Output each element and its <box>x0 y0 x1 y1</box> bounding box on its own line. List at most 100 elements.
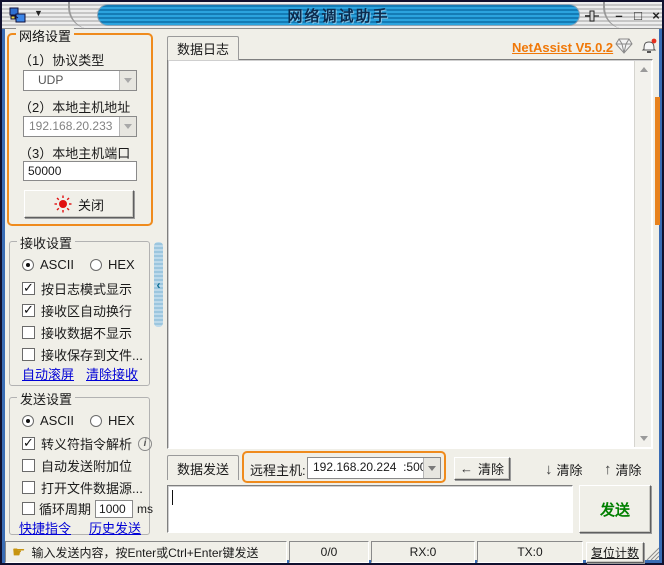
port-label: （3）本地主机端口 <box>19 146 131 161</box>
status-rx-segment: RX:0 <box>371 541 475 563</box>
receive-ascii-label: ASCII <box>40 257 74 272</box>
titlebar-curve-left <box>68 2 94 29</box>
protocol-label: （1）协议类型 <box>19 53 105 68</box>
edge-accent-strip <box>655 97 660 225</box>
tab-data-send[interactable]: 数据发送 <box>167 455 239 480</box>
remote-host-dropdown-arrow[interactable] <box>423 458 440 478</box>
remote-host-select[interactable]: 192.168.20.224 :50000 <box>307 457 441 479</box>
hide-received-label: 接收数据不显示 <box>41 326 133 341</box>
send-button-label: 发送 <box>599 501 630 519</box>
info-icon[interactable]: i <box>138 436 153 451</box>
reset-count-label: 复位计数 <box>590 546 639 560</box>
clear-send-tool[interactable]: ↑ 清除 <box>604 460 642 479</box>
receive-format-radios: ASCII HEX <box>22 257 135 272</box>
send-hex-label: HEX <box>107 413 135 428</box>
status-counter: 0/0 <box>320 545 338 559</box>
notification-bell-icon[interactable] <box>640 37 658 58</box>
protocol-select[interactable]: UDP <box>23 70 137 91</box>
cycle-period-row: 循环周期 1000 ms <box>22 499 153 518</box>
status-counter-segment: 0/0 <box>289 541 369 563</box>
network-settings-title: 网络设置 <box>16 26 75 45</box>
send-format-radios: ASCII HEX <box>22 413 135 428</box>
host-value: 192.168.20.233 <box>29 119 113 133</box>
receive-ascii-radio[interactable] <box>22 258 34 271</box>
port-input[interactable]: 50000 <box>23 161 137 181</box>
cycle-period-label: 循环周期 <box>39 502 92 517</box>
save-to-file-checkbox[interactable] <box>22 348 35 361</box>
close-button[interactable]: × <box>647 6 664 24</box>
maximize-button[interactable]: □ <box>629 6 647 24</box>
panel-collapse-handle[interactable]: ‹ <box>154 242 163 327</box>
log-mode-label: 按日志模式显示 <box>41 282 133 297</box>
send-settings-title: 发送设置 <box>17 389 76 408</box>
resize-grip[interactable] <box>646 547 660 561</box>
text-caret <box>172 490 173 505</box>
file-source-checkbox[interactable] <box>22 481 35 494</box>
status-hint-text: 输入发送内容，按Enter或Ctrl+Enter键发送 <box>31 545 259 560</box>
send-option-row: 自动发送附加位 <box>22 456 132 475</box>
remote-host-label: 远程主机: <box>250 463 306 478</box>
pin-icon[interactable] <box>582 7 602 24</box>
host-label: （2）本地主机地址 <box>19 100 131 115</box>
clear-receive-link[interactable]: 清除接收 <box>86 364 138 383</box>
red-indicator-icon <box>54 195 72 213</box>
status-tx-segment: TX:0 <box>477 541 583 563</box>
status-tx: TX:0 <box>517 545 543 559</box>
receive-option-row: 按日志模式显示 <box>22 279 132 298</box>
auto-scroll-link[interactable]: 自动滚屏 <box>22 364 74 383</box>
status-hint-segment: ☛ 输入发送内容，按Enter或Ctrl+Enter键发送 <box>5 541 287 563</box>
protocol-dropdown-arrow[interactable] <box>119 71 136 90</box>
protocol-value: UDP <box>38 73 64 87</box>
receive-settings-title: 接收设置 <box>17 233 76 252</box>
menu-dropdown-arrow[interactable]: ▼ <box>34 8 43 18</box>
chevron-left-icon: ‹ <box>156 277 161 292</box>
auto-wrap-label: 接收区自动换行 <box>41 304 133 319</box>
send-option-row: 转义符指令解析 i <box>22 434 153 453</box>
send-button[interactable]: 发送 <box>579 485 651 533</box>
auto-append-label: 自动发送附加位 <box>41 459 133 474</box>
escape-parse-checkbox[interactable] <box>22 435 35 451</box>
app-icon[interactable] <box>9 7 26 24</box>
data-log-content[interactable] <box>169 61 634 447</box>
minimize-button[interactable]: – <box>610 6 628 24</box>
reset-count-button[interactable]: 复位计数 <box>586 542 644 563</box>
send-input-value <box>168 484 174 504</box>
log-mode-checkbox[interactable] <box>22 280 35 296</box>
cycle-period-input[interactable]: 1000 <box>95 499 134 518</box>
cycle-period-checkbox[interactable] <box>22 502 35 515</box>
diamond-icon[interactable] <box>615 38 633 57</box>
data-log-area[interactable] <box>167 59 653 449</box>
send-input-area[interactable] <box>167 485 573 533</box>
host-dropdown-arrow[interactable] <box>119 117 136 136</box>
scroll-down-icon[interactable] <box>635 430 652 447</box>
file-source-label: 打开文件数据源... <box>41 481 143 496</box>
send-option-row: 打开文件数据源... <box>22 478 143 497</box>
receive-option-row: 接收保存到文件... <box>22 345 143 364</box>
receive-hex-radio[interactable] <box>89 258 102 271</box>
remote-host-value: 192.168.20.224 :50000 <box>313 460 423 474</box>
app-window: ▼ 网络调试助手 – □ × 网络设置 （1）协议类型 UDP （2）本地主机地… <box>0 0 664 565</box>
version-link[interactable]: NetAssist V5.0.2 <box>512 40 613 55</box>
title-bar[interactable]: ▼ 网络调试助手 – □ × <box>2 2 662 29</box>
scroll-up-icon[interactable] <box>635 61 652 78</box>
auto-append-checkbox[interactable] <box>22 459 35 472</box>
auto-wrap-checkbox[interactable] <box>22 302 35 318</box>
down-arrow-icon: ↓ <box>545 461 553 478</box>
tab-data-log[interactable]: 数据日志 <box>167 36 239 60</box>
connection-close-label: 关闭 <box>77 197 104 213</box>
log-scrollbar[interactable] <box>634 61 651 447</box>
escape-parse-label: 转义符指令解析 <box>41 437 133 452</box>
quick-commands-link[interactable]: 快捷指令 <box>19 518 71 537</box>
send-ascii-radio[interactable] <box>22 414 34 427</box>
hand-pointer-icon: ☛ <box>12 544 26 561</box>
send-hex-radio[interactable] <box>89 414 102 427</box>
host-select[interactable]: 192.168.20.233 <box>23 116 137 137</box>
hide-received-checkbox[interactable] <box>22 326 35 339</box>
connection-close-button[interactable]: 关闭 <box>24 190 134 218</box>
clear-send-button[interactable]: ← 清除 <box>454 457 510 480</box>
clear-send-label: 清除 <box>477 462 504 477</box>
send-history-link[interactable]: 历史发送 <box>89 518 141 537</box>
save-to-file-label: 接收保存到文件... <box>41 348 143 363</box>
clear-receive-tool[interactable]: ↓ 清除 <box>545 460 583 479</box>
back-arrow-icon: ← <box>459 461 473 476</box>
